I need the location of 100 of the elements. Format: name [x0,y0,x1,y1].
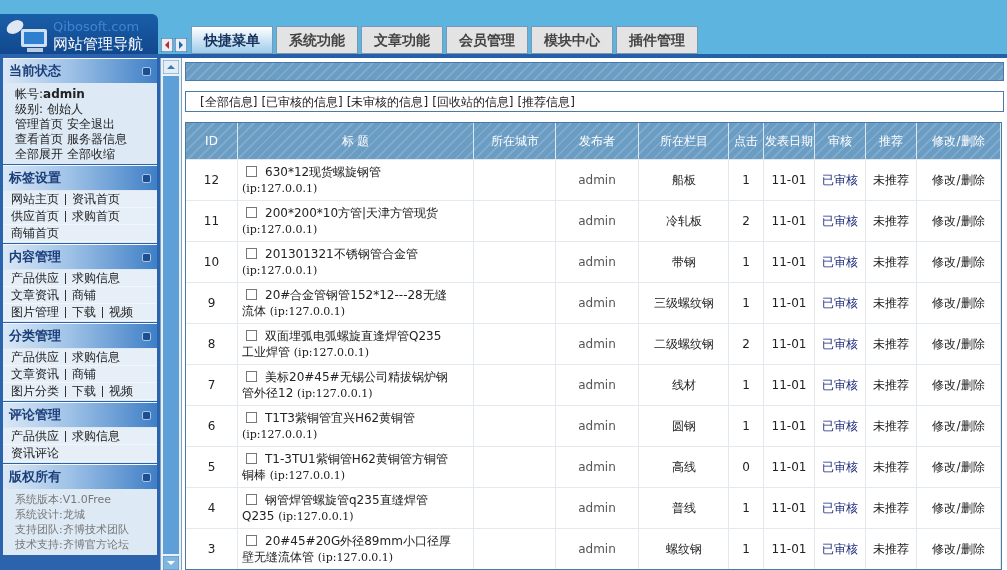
right-arrow-icon[interactable] [175,38,187,52]
table-cell-text: admin [578,172,616,189]
scroll-up-icon[interactable] [163,60,179,74]
menu-link[interactable]: 求购首页 [72,207,120,225]
section-header[interactable]: 评论管理 [3,402,157,427]
collapse-icon[interactable] [142,331,151,341]
section-header[interactable]: 分类管理 [3,323,157,348]
table-cell-text: 三级螺纹钢 [653,295,714,312]
menu-link[interactable]: 供应首页 [11,207,59,225]
menu-link[interactable]: 资讯首页 [72,190,120,208]
review-status[interactable]: 已审核 [822,335,858,353]
row-checkbox[interactable] [246,165,257,177]
menu-link[interactable]: 产品供应 [11,269,59,287]
edit-delete-link[interactable]: 修改/删除 [932,212,985,230]
row-checkbox[interactable] [246,534,257,546]
edit-delete-link[interactable]: 修改/删除 [932,540,985,558]
menu-link[interactable]: 求购信息 [72,427,120,445]
filter-link[interactable]: [已审核的信息] [261,92,343,111]
row-checkbox[interactable] [246,411,257,423]
menu-link[interactable]: 图片分类 [11,382,59,400]
edit-delete-link[interactable]: 修改/删除 [932,417,985,435]
menu-link[interactable]: 文章资讯 [11,286,59,304]
edit-delete-link[interactable]: 修改/删除 [932,335,985,353]
title-text[interactable]: 20#45#20G外径89mm小口径厚壁无缝流体管 (ip:127.0.0.1) [242,532,451,566]
review-status[interactable]: 已审核 [822,499,858,517]
scrollbar[interactable] [160,58,182,570]
menu-link[interactable]: 产品供应 [11,427,59,445]
review-status[interactable]: 已审核 [822,171,858,189]
filter-link[interactable]: [未审核的信息] [346,92,429,111]
collapse-icon[interactable] [142,173,151,183]
row-checkbox[interactable] [246,247,257,259]
menu-link[interactable]: 求购信息 [72,269,120,287]
title-text[interactable]: T1-3TU1紫铜管H62黄铜管方铜管铜棒 (ip:127.0.0.1) [242,450,451,484]
table-cell-text: admin [578,418,616,435]
edit-delete-link[interactable]: 修改/删除 [932,376,985,394]
collapse-icon[interactable] [142,410,151,420]
review-status[interactable]: 已审核 [822,376,858,394]
title-text[interactable]: 200*200*10方管|天津方管现货 (ip:127.0.0.1) [242,204,451,238]
table-cell-text: 未推荐 [873,459,909,476]
review-status[interactable]: 已审核 [822,294,858,312]
title-text[interactable]: T1T3紫铜管宜兴H62黄铜管 (ip:127.0.0.1) [242,409,451,443]
filter-link[interactable]: [推荐信息] [517,92,575,111]
menu-link[interactable]: 商铺 [72,286,96,304]
section-header[interactable]: 标签设置 [3,165,157,190]
filter-link[interactable]: [全部信息] [200,92,258,111]
menu-link[interactable]: 商铺 [72,365,96,383]
nav-tab[interactable]: 系统功能 [276,26,358,54]
row-checkbox[interactable] [246,452,257,464]
title-text[interactable]: 钢管焊管螺旋管q235直缝焊管Q235 (ip:127.0.0.1) [242,491,451,525]
review-status[interactable]: 已审核 [822,212,858,230]
review-status[interactable]: 已审核 [822,253,858,271]
menu-link[interactable]: 求购信息 [72,348,120,366]
nav-tab[interactable]: 插件管理 [616,26,698,54]
collapse-icon[interactable] [142,252,151,262]
table-cell-text: 线材 [671,377,696,394]
nav-tab[interactable]: 模块中心 [531,26,613,54]
menu-link[interactable]: 图片管理 [11,303,59,321]
menu-link[interactable]: 视频 [109,303,133,321]
menu-link[interactable]: 下载 [72,303,96,321]
row-checkbox[interactable] [246,206,257,218]
nav-tab[interactable]: 快捷菜单 [191,26,273,54]
menu-link[interactable]: 视频 [109,382,133,400]
section-header[interactable]: 版权所有 [3,464,157,489]
edit-delete-link[interactable]: 修改/删除 [932,171,985,189]
review-status[interactable]: 已审核 [822,540,858,558]
row-checkbox[interactable] [246,493,257,505]
menu-link[interactable]: 下载 [72,382,96,400]
section-header[interactable]: 内容管理 [3,244,157,269]
review-status[interactable]: 已审核 [822,417,858,435]
left-arrow-icon[interactable] [161,38,173,52]
title-text[interactable]: 630*12现货螺旋钢管 (ip:127.0.0.1) [242,163,451,197]
table-cell-text: 11-01 [771,295,807,312]
filter-link[interactable]: [回收站的信息] [432,92,514,111]
title-text[interactable]: 20#合金管钢管152*12---28无缝流体 (ip:127.0.0.1) [242,286,451,320]
edit-delete-link[interactable]: 修改/删除 [932,458,985,476]
nav-tab[interactable]: 会员管理 [446,26,528,54]
edit-delete-link[interactable]: 修改/删除 [932,294,985,312]
collapse-icon[interactable] [142,66,151,76]
table-cell-text: 1 [742,377,750,394]
table-cell-text: 1 [742,500,750,517]
menu-link[interactable]: 产品供应 [11,348,59,366]
nav-tab[interactable]: 文章功能 [361,26,443,54]
menu-link[interactable]: 文章资讯 [11,365,59,383]
collapse-icon[interactable] [142,472,151,482]
section-title: 内容管理 [9,248,61,267]
edit-delete-link[interactable]: 修改/删除 [932,499,985,517]
table-cell-text: admin [578,459,616,476]
menu-link[interactable]: 网站主页 [11,190,59,208]
row-checkbox[interactable] [246,288,257,300]
row-checkbox[interactable] [246,329,257,341]
row-checkbox[interactable] [246,370,257,382]
review-status[interactable]: 已审核 [822,458,858,476]
table-cell-text: 船板 [671,172,696,189]
title-text[interactable]: 美标20#45#无锡公司精拔锅炉钢管外径12 (ip:127.0.0.1) [242,368,451,402]
title-text[interactable]: 201301321不锈钢管合金管 (ip:127.0.0.1) [242,245,451,279]
table-cell-text: 圆钢 [671,418,696,435]
section-header[interactable]: 当前状态 [3,58,157,83]
scroll-down-icon[interactable] [163,556,179,570]
edit-delete-link[interactable]: 修改/删除 [932,253,985,271]
title-text[interactable]: 双面埋弧电弧螺旋直逢焊管Q235工业焊管 (ip:127.0.0.1) [242,327,451,361]
